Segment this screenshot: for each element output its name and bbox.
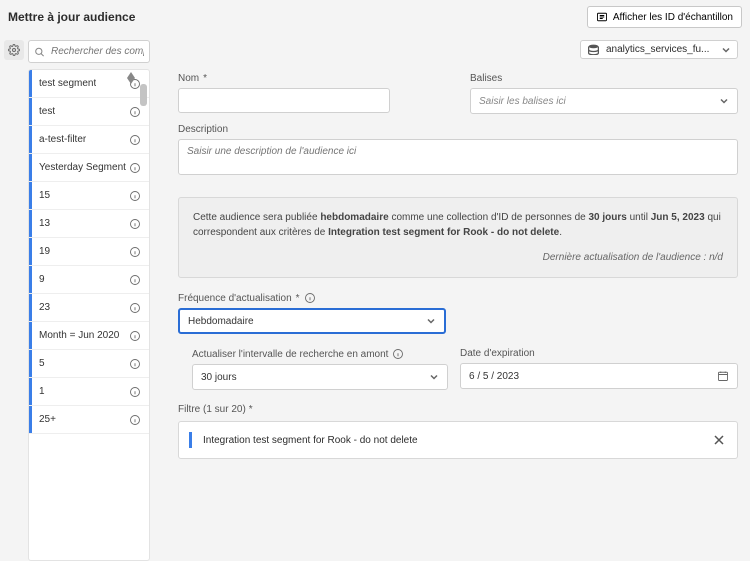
sidebar-item-label: 9 <box>39 274 45 285</box>
notice-text: . <box>559 227 562 238</box>
sample-button-label: Afficher les ID d'échantillon <box>613 12 733 23</box>
required-marker: * <box>249 404 253 415</box>
info-icon[interactable] <box>129 358 141 370</box>
required-marker: * <box>203 73 207 84</box>
sidebar-item-label: Month = Jun 2020 <box>39 330 119 341</box>
info-icon[interactable] <box>392 348 404 360</box>
frequency-label: Fréquence d'actualisation <box>178 293 292 304</box>
sidebar-item-label: a-test-filter <box>39 134 86 145</box>
sidebar-item[interactable]: 19 <box>29 238 149 266</box>
sidebar-item[interactable]: test <box>29 98 149 126</box>
sidebar-item[interactable]: Month = Jun 2020 <box>29 322 149 350</box>
sidebar-item[interactable]: Yesterday Segment <box>29 154 149 182</box>
tags-select[interactable]: Saisir les balises ici <box>470 88 738 114</box>
sidebar-item-label: 19 <box>39 246 50 257</box>
expiry-value: 6 / 5 / 2023 <box>469 371 519 382</box>
database-icon <box>587 44 600 55</box>
lookback-value: 30 jours <box>201 372 237 383</box>
info-icon[interactable] <box>304 292 316 304</box>
dataview-label: analytics_services_fu... <box>606 44 715 55</box>
expiry-datepicker[interactable]: 6 / 5 / 2023 <box>460 363 738 389</box>
sidebar-item-label: 23 <box>39 302 50 313</box>
calendar-icon <box>717 370 729 382</box>
publish-notice: Cette audience sera publiée hebdomadaire… <box>178 197 738 278</box>
sidebar-item-label: 15 <box>39 190 50 201</box>
lookback-label: Actualiser l'intervalle de recherche en … <box>192 349 388 360</box>
sidebar-item-label: test segment <box>39 78 96 89</box>
expiry-label: Date d'expiration <box>460 348 535 359</box>
info-icon[interactable] <box>129 106 141 118</box>
info-icon[interactable] <box>129 218 141 230</box>
dataview-select[interactable]: analytics_services_fu... <box>580 40 738 59</box>
gear-icon <box>8 44 20 56</box>
notice-frequency: hebdomadaire <box>320 212 388 223</box>
search-icon <box>34 46 45 57</box>
sample-id-icon <box>596 11 608 23</box>
tags-placeholder: Saisir les balises ici <box>479 96 566 107</box>
filter-name: Integration test segment for Rook - do n… <box>203 435 418 446</box>
lookback-select[interactable]: 30 jours <box>192 364 448 390</box>
info-icon[interactable] <box>129 386 141 398</box>
notice-text: comme une collection d'ID de personnes d… <box>389 212 589 223</box>
sidebar-item-label: Yesterday Segment <box>39 162 126 173</box>
notice-days: 30 jours <box>588 212 626 223</box>
filter-card: Integration test segment for Rook - do n… <box>178 421 738 459</box>
sidebar-item[interactable]: 9 <box>29 266 149 294</box>
sidebar-item-label: 1 <box>39 386 45 397</box>
last-updated: Dernière actualisation de l'audience : n… <box>193 250 723 265</box>
sidebar-item-label: 25+ <box>39 414 56 425</box>
description-textarea[interactable] <box>178 139 738 175</box>
search-input[interactable] <box>28 40 150 63</box>
info-icon[interactable] <box>129 302 141 314</box>
sidebar-item[interactable]: 13 <box>29 210 149 238</box>
sidebar-item[interactable]: 1 <box>29 378 149 406</box>
sidebar-item[interactable]: 23 <box>29 294 149 322</box>
sidebar-item[interactable]: a-test-filter <box>29 126 149 154</box>
info-icon[interactable] <box>129 134 141 146</box>
scrollbar-thumb[interactable] <box>140 84 147 106</box>
info-icon[interactable] <box>129 330 141 342</box>
name-input[interactable] <box>178 88 390 113</box>
sidebar-item[interactable]: 15 <box>29 182 149 210</box>
remove-filter-button[interactable] <box>713 434 725 446</box>
description-label: Description <box>178 124 228 135</box>
sidebar-item-label: test <box>39 106 55 117</box>
info-icon[interactable] <box>129 190 141 202</box>
sidebar-item[interactable]: 25+ <box>29 406 149 434</box>
chevron-down-icon <box>429 372 439 382</box>
sidebar-item[interactable]: 5 <box>29 350 149 378</box>
name-label: Nom <box>178 73 199 84</box>
notice-segment: Integration test segment for Rook - do n… <box>328 227 559 238</box>
sort-toggle[interactable] <box>127 72 135 84</box>
show-sample-ids-button[interactable]: Afficher les ID d'échantillon <box>587 6 742 28</box>
required-marker: * <box>296 293 300 304</box>
page-title: Mettre à jour audience <box>8 10 135 24</box>
sidebar-item-label: 13 <box>39 218 50 229</box>
notice-text: Cette audience sera publiée <box>193 212 320 223</box>
frequency-value: Hebdomadaire <box>188 316 254 327</box>
chevron-down-icon <box>426 316 436 326</box>
notice-text: until <box>627 212 651 223</box>
info-icon[interactable] <box>129 414 141 426</box>
segment-list[interactable]: test segment test a-test-filter Yesterday S… <box>28 69 150 561</box>
filter-header: Filtre (1 sur 20) <box>178 404 246 415</box>
notice-date: Jun 5, 2023 <box>651 212 705 223</box>
frequency-select[interactable]: Hebdomadaire <box>178 308 446 334</box>
info-icon[interactable] <box>129 274 141 286</box>
chevron-down-icon <box>719 96 729 106</box>
chevron-down-icon <box>721 45 731 55</box>
info-icon[interactable] <box>129 246 141 258</box>
info-icon[interactable] <box>129 162 141 174</box>
settings-button[interactable] <box>4 40 24 60</box>
tags-label: Balises <box>470 73 502 84</box>
sidebar-item-label: 5 <box>39 358 45 369</box>
